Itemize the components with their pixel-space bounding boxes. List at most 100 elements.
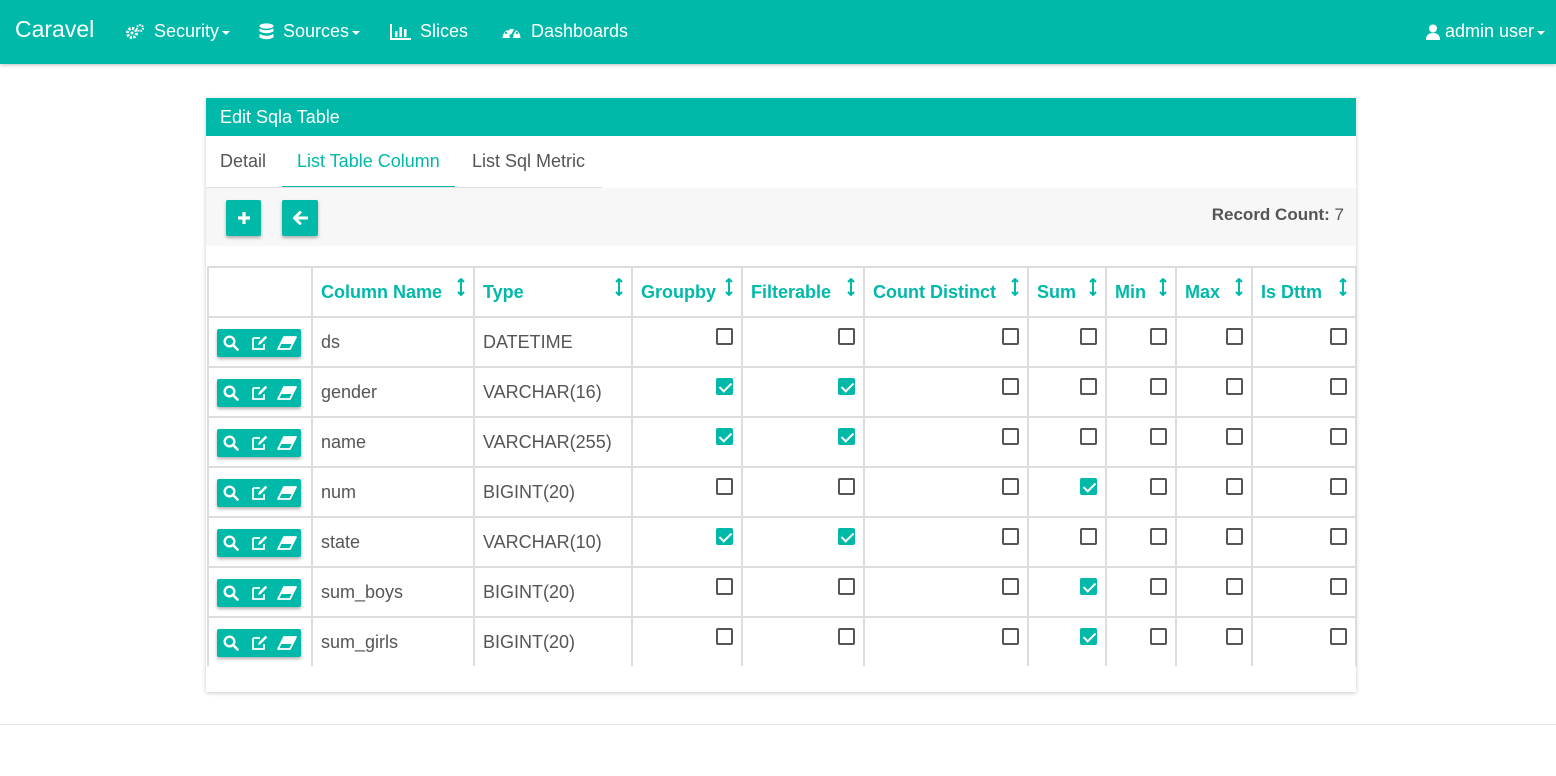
flag-checkbox[interactable] <box>1002 378 1019 395</box>
flag-checkbox[interactable] <box>1150 478 1167 495</box>
sort-icon[interactable] <box>847 277 855 301</box>
flag-checkbox[interactable] <box>838 578 855 595</box>
nav-slices[interactable]: Slices <box>390 21 468 42</box>
flag-checkbox[interactable] <box>1226 478 1243 495</box>
sort-icon[interactable] <box>1159 277 1167 301</box>
edit-record-button[interactable] <box>245 629 273 657</box>
column-header[interactable]: Is Dttm <box>1251 266 1357 318</box>
delete-record-button[interactable] <box>273 629 301 657</box>
column-header[interactable]: Filterable <box>741 266 865 318</box>
show-record-button[interactable] <box>217 329 245 357</box>
tab-detail[interactable]: Detail <box>220 136 266 188</box>
column-header[interactable]: Min <box>1105 266 1177 318</box>
flag-checkbox[interactable] <box>1226 328 1243 345</box>
sort-icon[interactable] <box>457 277 465 301</box>
edit-record-button[interactable] <box>245 329 273 357</box>
sort-icon[interactable] <box>1089 277 1097 301</box>
flag-checkbox[interactable] <box>1002 478 1019 495</box>
delete-record-button[interactable] <box>273 379 301 407</box>
delete-record-button[interactable] <box>273 479 301 507</box>
nav-dashboards[interactable]: Dashboards <box>501 21 628 42</box>
flag-checkbox[interactable] <box>716 528 733 545</box>
show-record-button[interactable] <box>217 379 245 407</box>
flag-checkbox[interactable] <box>716 378 733 395</box>
flag-checkbox[interactable] <box>838 478 855 495</box>
flag-checkbox[interactable] <box>1330 578 1347 595</box>
flag-checkbox[interactable] <box>1080 378 1097 395</box>
flag-checkbox[interactable] <box>716 578 733 595</box>
column-header[interactable]: Count Distinct <box>863 266 1029 318</box>
column-header[interactable]: Sum <box>1027 266 1107 318</box>
flag-checkbox[interactable] <box>1150 628 1167 645</box>
flag-checkbox[interactable] <box>1330 328 1347 345</box>
flag-checkbox[interactable] <box>1330 478 1347 495</box>
flag-checkbox[interactable] <box>838 428 855 445</box>
tab-list-sql-metric[interactable]: List Sql Metric <box>472 136 585 188</box>
edit-record-button[interactable] <box>245 579 273 607</box>
show-record-button[interactable] <box>217 529 245 557</box>
flag-checkbox[interactable] <box>838 528 855 545</box>
flag-checkbox[interactable] <box>1226 378 1243 395</box>
flag-checkbox[interactable] <box>1150 578 1167 595</box>
tab-list-table-column[interactable]: List Table Column <box>282 136 455 188</box>
flag-checkbox[interactable] <box>1080 428 1097 445</box>
flag-checkbox[interactable] <box>1002 628 1019 645</box>
show-record-button[interactable] <box>217 479 245 507</box>
flag-checkbox[interactable] <box>1080 478 1097 495</box>
flag-checkbox[interactable] <box>1150 328 1167 345</box>
edit-record-button[interactable] <box>245 379 273 407</box>
flag-checkbox[interactable] <box>1226 578 1243 595</box>
flag-checkbox[interactable] <box>838 378 855 395</box>
column-header[interactable]: Max <box>1175 266 1253 318</box>
sort-icon[interactable] <box>1235 277 1243 301</box>
brand-logo[interactable]: Caravel <box>15 16 94 43</box>
flag-checkbox[interactable] <box>1150 528 1167 545</box>
edit-record-button[interactable] <box>245 479 273 507</box>
sort-icon[interactable] <box>615 277 623 301</box>
flag-checkbox[interactable] <box>1080 628 1097 645</box>
nav-sources[interactable]: Sources <box>259 21 361 42</box>
delete-record-button[interactable] <box>273 529 301 557</box>
sort-icon[interactable] <box>725 277 733 301</box>
flag-checkbox[interactable] <box>716 328 733 345</box>
flag-checkbox[interactable] <box>1226 628 1243 645</box>
flag-checkbox[interactable] <box>1330 528 1347 545</box>
show-record-button[interactable] <box>217 629 245 657</box>
column-header[interactable]: Type <box>473 266 633 318</box>
flag-checkbox[interactable] <box>1330 428 1347 445</box>
flag-checkbox[interactable] <box>1002 528 1019 545</box>
flag-checkbox[interactable] <box>1226 528 1243 545</box>
flag-checkbox[interactable] <box>1002 328 1019 345</box>
flag-checkbox[interactable] <box>716 628 733 645</box>
eraser-icon <box>277 535 297 550</box>
flag-checkbox[interactable] <box>1002 578 1019 595</box>
nav-user-menu[interactable]: admin user <box>1426 21 1546 42</box>
show-record-button[interactable] <box>217 429 245 457</box>
flag-checkbox[interactable] <box>716 478 733 495</box>
flag-checkbox[interactable] <box>1330 628 1347 645</box>
column-header[interactable]: Column Name <box>311 266 475 318</box>
flag-checkbox[interactable] <box>716 428 733 445</box>
flag-checkbox[interactable] <box>1080 328 1097 345</box>
flag-checkbox[interactable] <box>1080 578 1097 595</box>
back-button[interactable] <box>282 200 318 236</box>
flag-checkbox[interactable] <box>1150 378 1167 395</box>
sort-icon[interactable] <box>1011 277 1019 301</box>
delete-record-button[interactable] <box>273 429 301 457</box>
delete-record-button[interactable] <box>273 579 301 607</box>
delete-record-button[interactable] <box>273 329 301 357</box>
flag-checkbox[interactable] <box>838 328 855 345</box>
show-record-button[interactable] <box>217 579 245 607</box>
column-header[interactable]: Groupby <box>631 266 743 318</box>
add-record-button[interactable] <box>226 200 261 236</box>
flag-checkbox[interactable] <box>1226 428 1243 445</box>
edit-record-button[interactable] <box>245 429 273 457</box>
flag-checkbox[interactable] <box>1150 428 1167 445</box>
flag-checkbox[interactable] <box>1002 428 1019 445</box>
flag-checkbox[interactable] <box>1330 378 1347 395</box>
flag-checkbox[interactable] <box>1080 528 1097 545</box>
nav-security[interactable]: Security <box>125 21 231 42</box>
sort-icon[interactable] <box>1339 277 1347 301</box>
flag-checkbox[interactable] <box>838 628 855 645</box>
edit-record-button[interactable] <box>245 529 273 557</box>
